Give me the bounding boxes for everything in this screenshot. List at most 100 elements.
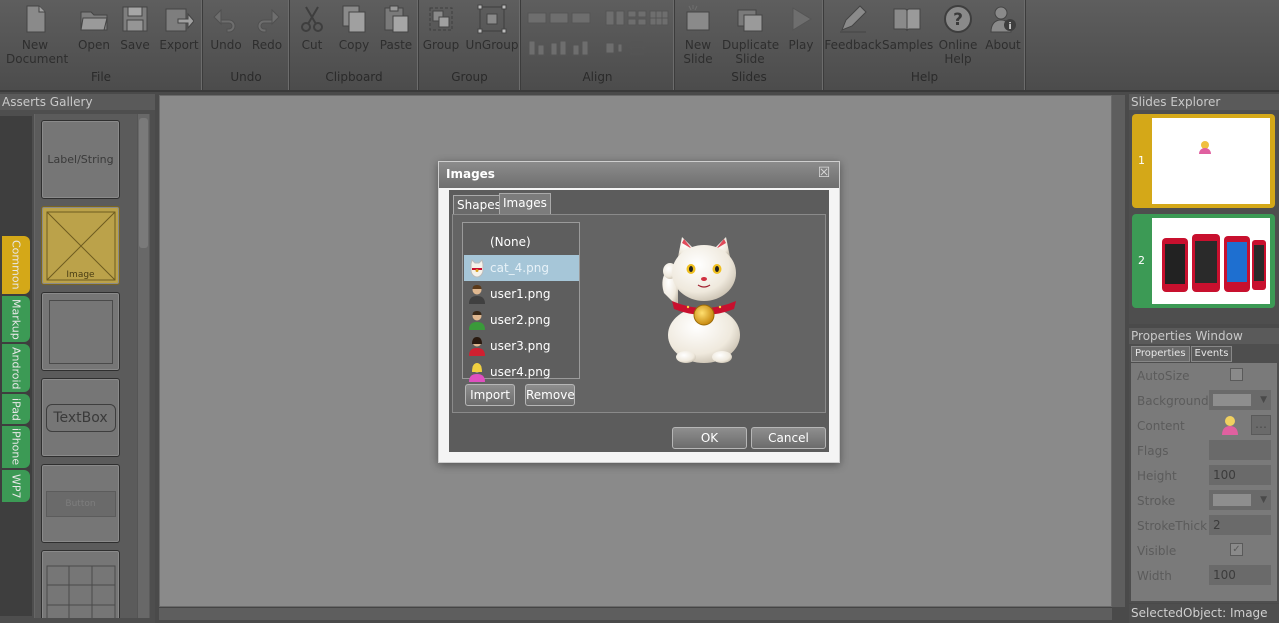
ribbon-toolbar: New Document Open Save Export File Undo … (0, 0, 1279, 92)
align-bottom-right-icon[interactable] (571, 40, 591, 59)
svg-text:?: ? (953, 10, 963, 30)
gallery-item-button[interactable]: Button (41, 464, 120, 543)
flags-field[interactable] (1209, 440, 1271, 460)
svg-text:i: i (1008, 22, 1011, 32)
group-button[interactable]: Group (421, 4, 461, 52)
autosize-checkbox[interactable] (1230, 368, 1243, 381)
gallery-item-grid[interactable] (41, 550, 120, 618)
ribbon-group-label: Undo (230, 70, 262, 84)
list-item-user1[interactable]: user1.png (464, 281, 579, 307)
gallery-item-textbox[interactable]: TextBox (41, 378, 120, 457)
stroke-color-picker[interactable]: ▼ (1209, 490, 1271, 510)
slide-thumbnail-1[interactable]: 1 (1132, 114, 1275, 208)
feedback-button[interactable]: Feedback (824, 4, 882, 52)
list-item-cat[interactable]: cat_4.png (464, 255, 579, 281)
property-row-strokethick: StrokeThick 2 (1131, 513, 1277, 538)
export-button[interactable]: Export (158, 4, 200, 52)
list-item-user3[interactable]: user3.png (464, 333, 579, 359)
cancel-button[interactable]: Cancel (751, 427, 826, 449)
new-document-button[interactable]: New Document (4, 4, 68, 66)
align-bottom-center-icon[interactable] (549, 40, 569, 59)
duplicate-slide-button[interactable]: Duplicate Slide (721, 4, 779, 66)
undo-button[interactable]: Undo (207, 4, 245, 52)
align-middle-icon[interactable] (627, 40, 647, 59)
strokethick-input[interactable]: 2 (1209, 515, 1271, 535)
slide-number: 1 (1138, 154, 1145, 167)
gallery-scrollbar[interactable] (137, 114, 149, 618)
tab-images[interactable]: Images (499, 193, 551, 216)
cut-button[interactable]: Cut (294, 4, 330, 52)
folder-open-icon (74, 4, 114, 36)
remove-button[interactable]: Remove (525, 384, 575, 406)
book-icon (882, 4, 932, 36)
canvas-vertical-scrollbar[interactable] (1112, 95, 1125, 607)
tab-markup[interactable]: Markup (2, 296, 30, 342)
gallery-item-list: Label/String Image TextBox Button (34, 114, 150, 618)
visible-checkbox[interactable]: ✓ (1230, 543, 1243, 556)
align-bottom-left-icon[interactable] (527, 40, 547, 59)
import-button[interactable]: Import (465, 384, 515, 406)
tab-android[interactable]: Android (2, 344, 30, 392)
close-icon[interactable]: ☒ (816, 165, 832, 181)
tab-events[interactable]: Events (1190, 346, 1233, 362)
redo-arrow-icon (248, 4, 286, 36)
gallery-item-label: Label/String (47, 153, 114, 166)
save-button[interactable]: Save (116, 4, 154, 52)
ribbon-group-label: Help (910, 70, 939, 84)
list-item-user4[interactable]: user4.png (464, 359, 579, 385)
ribbon-group-label: Clipboard (325, 70, 383, 84)
gallery-item-label-string[interactable]: Label/String (41, 120, 120, 199)
list-item-none[interactable]: (None) (464, 229, 579, 255)
images-dialog: Images ☒ Shapes Images (None) cat_4.png … (438, 161, 840, 463)
height-input[interactable]: 100 (1209, 465, 1271, 485)
copy-button[interactable]: Copy (334, 4, 374, 52)
tab-iphone[interactable]: iPhone (2, 426, 30, 468)
list-item-user2[interactable]: user2.png (464, 307, 579, 333)
properties-window-panel: Properties Window Properties Events Auto… (1129, 328, 1279, 603)
open-button[interactable]: Open (74, 4, 114, 52)
tab-shapes[interactable]: Shapes (453, 195, 505, 216)
property-row-content: Content … (1131, 413, 1277, 438)
new-slide-icon (677, 4, 719, 36)
gallery-item-rectangle[interactable] (41, 292, 120, 371)
slides-explorer-panel: Slides Explorer 1 2 (1129, 94, 1279, 324)
ribbon-group-slides: New Slide Duplicate Slide Play Slides (675, 0, 824, 90)
gallery-item-label: Image (66, 270, 95, 280)
samples-button[interactable]: Samples (882, 4, 933, 52)
ungroup-button[interactable]: UnGroup (465, 4, 519, 52)
align-center-top-icon[interactable] (549, 10, 569, 29)
new-slide-button[interactable]: New Slide (677, 4, 719, 66)
tab-common[interactable]: Common (2, 236, 30, 294)
align-distribute-icon[interactable] (605, 10, 625, 29)
about-button[interactable]: i About (982, 4, 1024, 52)
align-right-top-icon[interactable] (571, 10, 591, 29)
tab-ipad[interactable]: iPad (2, 394, 30, 424)
tab-wp7[interactable]: WP7 (2, 470, 30, 502)
redo-button[interactable]: Redo (248, 4, 286, 52)
paste-button[interactable]: Paste (376, 4, 416, 52)
user2-avatar-icon (469, 311, 485, 330)
play-button[interactable]: Play (783, 4, 819, 52)
chevron-down-icon: ▼ (1260, 395, 1267, 405)
background-color-swatch (1213, 394, 1251, 406)
property-row-flags: Flags (1131, 438, 1277, 463)
align-spacing-icon[interactable] (605, 40, 625, 59)
slide-thumbnail-2[interactable]: 2 (1132, 214, 1275, 308)
align-left-top-icon[interactable] (527, 10, 547, 29)
background-color-picker[interactable]: ▼ (1209, 390, 1271, 410)
align-matrix-icon[interactable] (649, 10, 669, 29)
content-browse-button[interactable]: … (1251, 415, 1271, 435)
tab-properties[interactable]: Properties (1131, 346, 1190, 362)
assets-gallery-panel: Asserts Gallery Common Markup Android iP… (0, 94, 155, 623)
group-icon (421, 4, 461, 36)
rectangle-shape (48, 299, 113, 364)
help-circle-icon: ? (934, 4, 982, 36)
canvas-horizontal-scrollbar[interactable] (159, 607, 1112, 620)
ok-button[interactable]: OK (672, 427, 747, 449)
gallery-scroll-thumb[interactable] (139, 118, 148, 248)
ungroup-icon (465, 4, 519, 36)
gallery-item-image[interactable]: Image (41, 206, 120, 285)
align-grid-icon[interactable] (627, 10, 647, 29)
online-help-button[interactable]: ? Online Help (934, 4, 982, 66)
width-input[interactable]: 100 (1209, 565, 1271, 585)
